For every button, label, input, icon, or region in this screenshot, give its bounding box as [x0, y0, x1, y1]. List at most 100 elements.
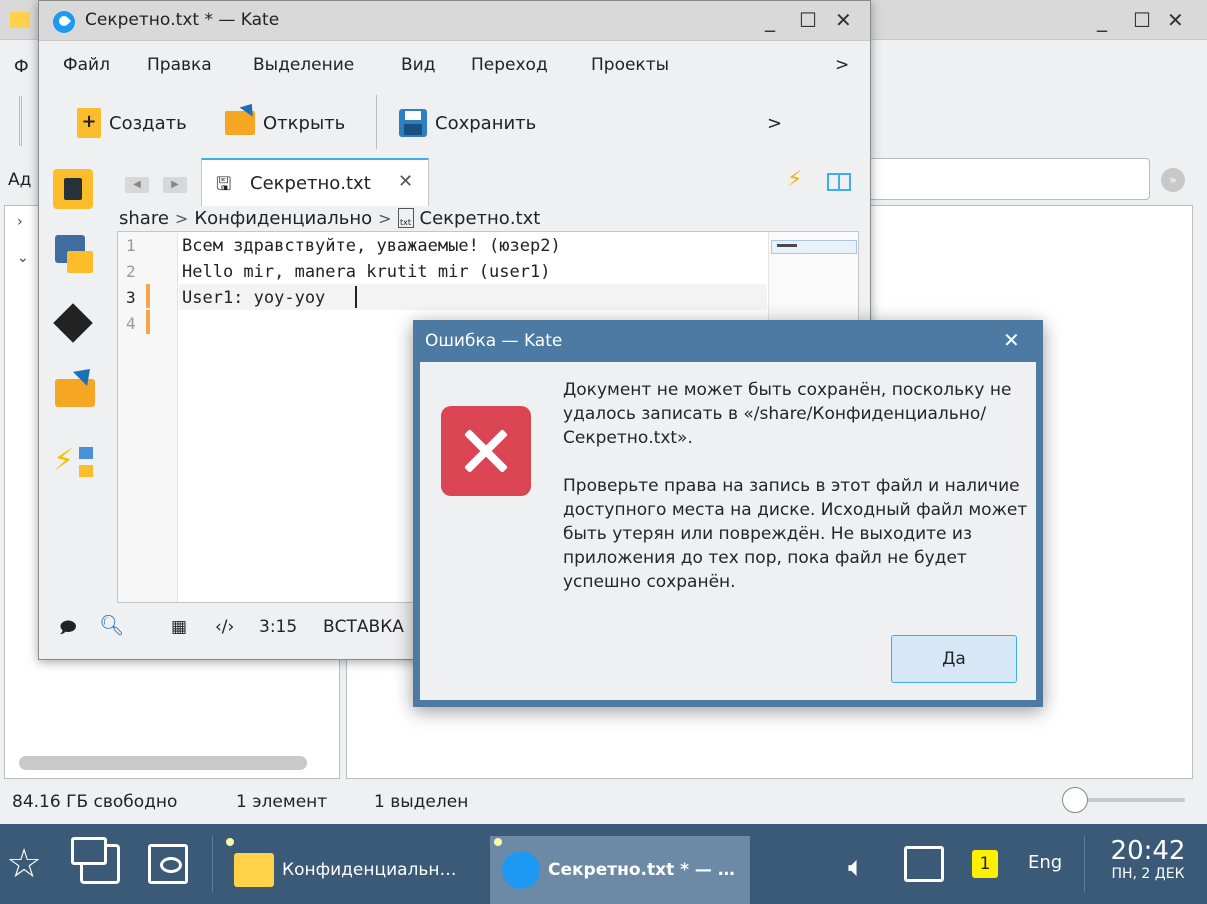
line-number: 4 [126, 314, 136, 333]
desktop-view-icon[interactable] [148, 844, 188, 884]
tree-collapse-icon[interactable]: ⌄ [17, 250, 29, 266]
dialog-title: Ошибка — Kate [425, 331, 563, 351]
toolbar-overflow-chevron-icon[interactable]: > [767, 103, 782, 143]
fm-maximize-button[interactable]: ☐ [1133, 8, 1151, 32]
menu-file[interactable]: Файл [63, 55, 110, 75]
tree-horizontal-scrollbar[interactable] [19, 756, 307, 770]
file-browser-icon[interactable] [53, 361, 98, 407]
fm-address-label: Ад [8, 170, 32, 190]
modified-line-marker [146, 310, 150, 334]
minimap-text-preview [777, 244, 797, 247]
start-menu-star-icon[interactable]: ☆ [4, 844, 44, 884]
folder-icon [234, 853, 274, 887]
menu-overflow-chevron-icon[interactable]: > [835, 55, 849, 75]
kate-titlebar: Секретно.txt * — Kate _ ☐ ✕ [39, 1, 870, 41]
documents-icon[interactable] [53, 169, 93, 209]
dialog-message: Документ не может быть сохранён, посколь… [563, 378, 1033, 594]
task-secretno-kate[interactable]: Секретно.txt * — … [490, 836, 750, 904]
search-icon[interactable]: 🔍︎ [99, 613, 124, 637]
fm-zoom-slider[interactable] [1075, 798, 1185, 802]
fm-free-space: 84.16 ГБ свободно [12, 792, 178, 812]
kate-menubar: Файл Правка Выделение Вид Переход Проект… [39, 45, 870, 85]
open-document-label: Открыть [263, 112, 346, 134]
code-line[interactable]: Всем здравствуйте, уважаемые! (юзер2) [182, 236, 561, 256]
notification-count-badge[interactable]: 1 [972, 850, 998, 878]
task-notification-dot [494, 838, 502, 846]
taskbar: ☆ Конфиденциальн… Секретно.txt * — … 🔈︎ … [0, 824, 1207, 904]
cursor-position[interactable]: 3:15 [259, 617, 297, 637]
code-line-current[interactable]: User1: yoy-yoy [182, 288, 325, 308]
breadcrumb-separator-icon: > [378, 208, 392, 228]
go-icon[interactable]: » [1161, 168, 1185, 192]
kate-minimize-button[interactable]: _ [765, 8, 775, 32]
dialog-message-primary: Документ не может быть сохранён, посколь… [563, 380, 1012, 448]
new-document-label: Создать [109, 112, 187, 134]
save-document-label: Сохранить [435, 112, 537, 134]
menu-edit[interactable]: Правка [147, 55, 212, 75]
text-file-icon: txt [397, 208, 414, 228]
volume-icon[interactable]: 🔈︎ [848, 850, 865, 884]
breadcrumb-share[interactable]: share [119, 208, 169, 229]
line-number: 2 [126, 262, 136, 281]
menu-selection[interactable]: Выделение [253, 55, 354, 75]
open-document-button[interactable]: Открыть [225, 103, 345, 143]
git-icon[interactable] [53, 303, 93, 343]
breadcrumb-secretno-txt[interactable]: Секретно.txt [420, 208, 541, 229]
line-number-gutter: 1 2 3 4 [118, 232, 178, 602]
fm-zoom-slider-handle[interactable] [1062, 787, 1088, 813]
keyboard-layout[interactable]: Eng [1028, 852, 1062, 873]
ok-button[interactable]: Да [891, 635, 1017, 683]
window-switcher-icon[interactable] [71, 837, 120, 884]
kate-close-button[interactable]: ✕ [835, 8, 852, 32]
clock[interactable]: 20:42 ПН, 2 ДЕК [1100, 836, 1196, 882]
tab-back-arrow-icon[interactable]: ◀ [125, 177, 149, 193]
network-icon[interactable] [904, 846, 944, 882]
fm-menu-file[interactable]: Ф [14, 57, 29, 77]
terminal-comment-icon[interactable]: 🗩 [59, 617, 77, 644]
menu-go[interactable]: Переход [471, 55, 548, 75]
fm-minimize-button[interactable]: _ [1097, 8, 1107, 32]
fm-address-input[interactable] [860, 158, 1150, 200]
kate-window-title: Секретно.txt * — Kate [85, 10, 280, 30]
menu-projects[interactable]: Проекты [591, 55, 669, 75]
breadcrumb-separator-icon: > [174, 208, 189, 228]
save-icon [399, 109, 427, 137]
task-konfidencialno[interactable]: Конфиденциальн… [222, 836, 484, 904]
menu-view[interactable]: Вид [401, 55, 435, 75]
tab-secretno-txt[interactable]: 🖫 Секретно.txt ✕ [201, 158, 429, 206]
input-mode[interactable]: ВСТАВКА [323, 617, 404, 637]
fm-close-button[interactable]: ✕ [1167, 8, 1184, 32]
error-dialog: Ошибка — Kate ✕ Документ не может быть с… [413, 320, 1043, 707]
new-document-button[interactable]: + Создать [77, 103, 187, 143]
line-number-current: 3 [126, 288, 136, 307]
code-line[interactable]: Hello mir, manera krutit mir (user1) [182, 262, 550, 282]
taskbar-separator [212, 836, 213, 892]
clock-time: 20:42 [1110, 836, 1186, 866]
taskbar-separator [1084, 836, 1085, 892]
code-tags-icon[interactable]: ‹/› [215, 617, 234, 637]
task-label: Секретно.txt * — … [548, 860, 735, 880]
dialog-close-icon[interactable]: ✕ [1003, 328, 1020, 352]
open-folder-icon [225, 111, 255, 135]
kate-maximize-button[interactable]: ☐ [799, 8, 817, 32]
tab-forward-arrow-icon[interactable]: ▶ [163, 177, 187, 193]
new-document-icon: + [77, 108, 101, 138]
breadcrumb-konfidencialno[interactable]: Конфиденциально [194, 208, 372, 229]
modified-line-marker [146, 284, 150, 308]
tab-close-icon[interactable]: ✕ [398, 171, 413, 192]
external-tools-icon[interactable]: ⚡ [53, 441, 93, 481]
split-view-icon[interactable] [827, 173, 851, 191]
folder-icon [10, 12, 30, 28]
dialog-titlebar: Ошибка — Kate ✕ [413, 320, 1043, 362]
clock-date: ПН, 2 ДЕК [1111, 866, 1185, 882]
fm-toolbar-separator [19, 96, 22, 146]
task-label: Конфиденциальн… [282, 860, 457, 880]
projects-icon[interactable] [53, 233, 93, 273]
kate-app-icon [53, 11, 75, 33]
minimap-viewport[interactable] [771, 240, 857, 254]
sidebar-toggle-icon[interactable]: ▦ [171, 617, 187, 637]
tab-label: Секретно.txt [250, 173, 371, 194]
tree-expand-icon[interactable]: › [17, 214, 23, 230]
quick-action-bolt-icon[interactable]: ⚡ [787, 167, 802, 192]
save-document-button[interactable]: Сохранить [399, 103, 536, 143]
